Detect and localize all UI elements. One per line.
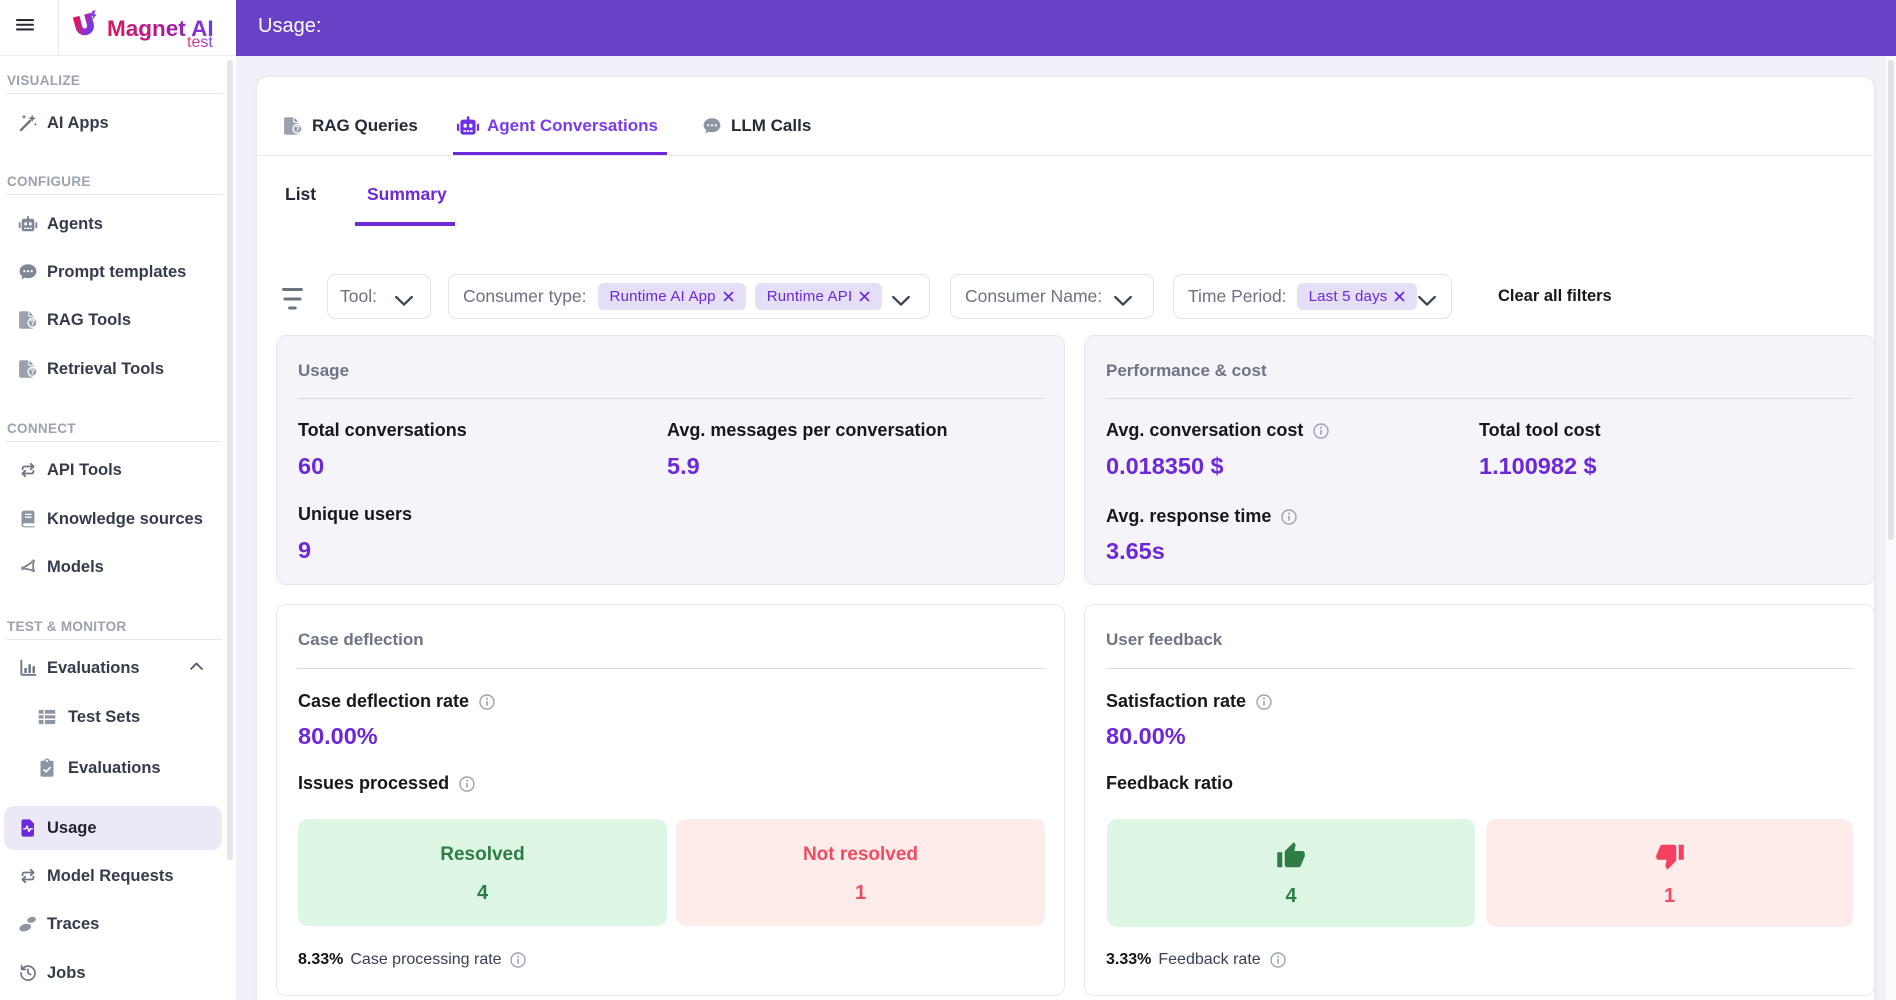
svg-text:?: ? (295, 125, 300, 134)
svg-text:?: ? (30, 319, 35, 328)
svg-text:?: ? (30, 368, 35, 377)
